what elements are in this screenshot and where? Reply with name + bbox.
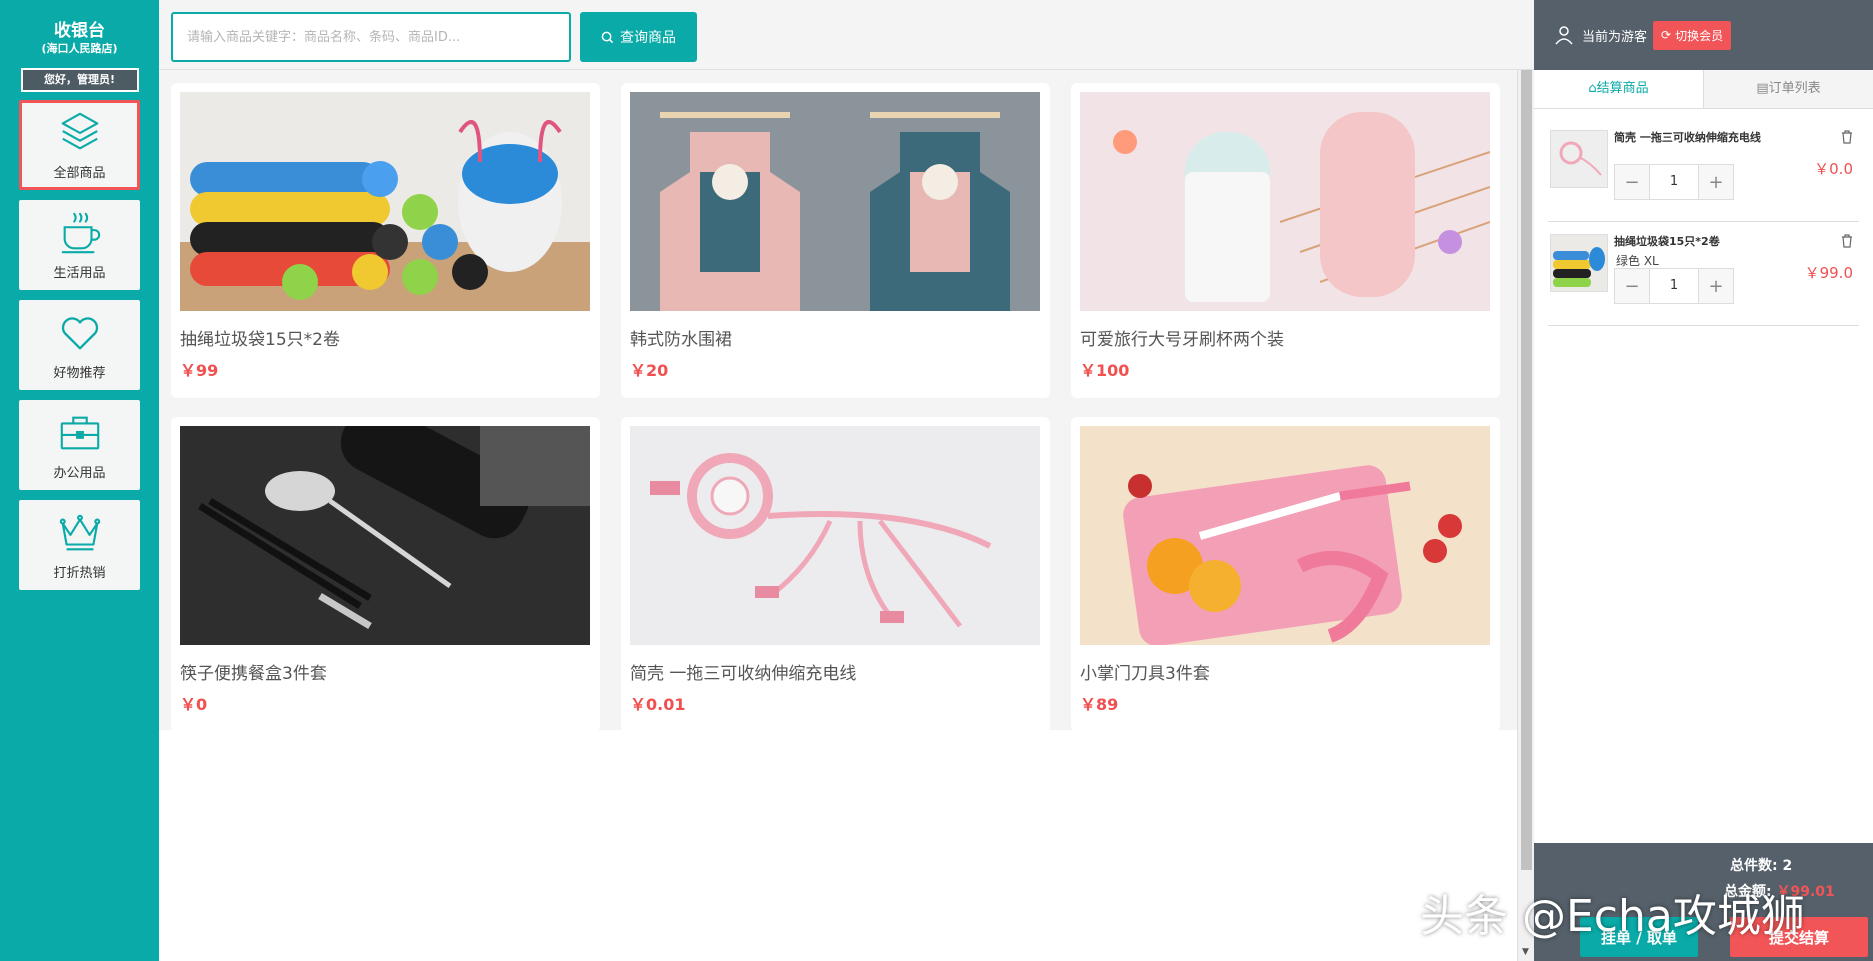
product-card[interactable]: 韩式防水围裙 ￥20 [621,83,1050,398]
search-button[interactable]: 查询商品 [580,12,697,62]
nav-item-daily-goods[interactable]: 生活用品 [19,200,140,290]
scroll-thumb[interactable] [1521,70,1532,870]
cart-item: 抽绳垃圾袋15只*2卷 绿色 XL − 1 + ￥99.0 [1548,222,1859,326]
crown-icon [59,514,100,550]
search-bar: 查询商品 [159,0,1534,70]
apron-image [630,92,1040,311]
nav-item-recommend[interactable]: 好物推荐 [19,300,140,390]
product-price: ￥20 [630,361,669,380]
product-image [1080,426,1490,645]
cart-item-price: ￥0.0 [1814,160,1853,178]
tab-checkout-items[interactable]: ⌂结算商品 [1534,70,1704,108]
product-card[interactable]: 筷子便携餐盒3件套 ￥0 [171,417,600,732]
product-title: 抽绳垃圾袋15只*2卷 [180,330,340,350]
product-grid: 抽绳垃圾袋15只*2卷 ￥99 韩式防水围裙 ￥20 可爱旅行大号牙刷杯两个装 … [171,83,1517,732]
product-image [180,426,590,645]
decrease-button[interactable]: − [1615,165,1649,199]
product-card[interactable]: 小掌门刀具3件套 ￥89 [1071,417,1500,732]
cart-item-name: 抽绳垃圾袋15只*2卷 [1614,235,1720,248]
quantity-value[interactable]: 1 [1649,269,1699,303]
bag-icon: ⌂ [1588,81,1597,96]
cart-item-price: ￥99.0 [1804,264,1853,282]
cart-item-name: 简壳 一拖三可收纳伸缩充电线 [1614,131,1761,144]
cart-list: 简壳 一拖三可收纳伸缩充电线 − 1 + ￥0.0 抽绳垃圾袋15只*2卷 绿色… [1548,118,1859,326]
switch-member-button[interactable]: ⟳ 切换会员 [1653,20,1732,50]
product-price: ￥0.01 [630,695,686,714]
total-count-label: 总件数: [1730,858,1778,874]
quantity-value[interactable]: 1 [1649,165,1699,199]
total-count: 总件数: 2 [1730,855,1853,875]
user-icon [1555,26,1573,45]
cart-item-spec: 绿色 XL [1616,254,1659,268]
scroll-down-arrow-icon[interactable]: ▼ [1522,947,1529,957]
nav-label: 打折热销 [53,565,106,581]
panel-tabs: ⌂结算商品 ▤订单列表 [1534,70,1873,109]
nav-item-office[interactable]: 办公用品 [19,400,140,490]
brand: 收银台 (海口人民路店) [0,0,159,56]
toothbrush-cup-image [1080,92,1490,311]
product-image [630,426,1040,645]
product-title: 筷子便携餐盒3件套 [180,664,327,684]
increase-button[interactable]: + [1699,165,1733,199]
member-header: 当前为游客 ⟳ 切换会员 [1534,0,1873,70]
search-input[interactable] [171,12,571,62]
search-icon [601,31,614,43]
charging-cable-image [630,426,1040,645]
greeting-badge: 您好，管理员! [20,68,139,92]
quantity-stepper: − 1 + [1614,164,1734,200]
trash-icon[interactable] [1841,234,1853,248]
nav-item-all-products[interactable]: 全部商品 [19,100,140,190]
decrease-button[interactable]: − [1615,269,1649,303]
product-title: 小掌门刀具3件套 [1080,664,1210,684]
refresh-icon: ⟳ [1661,28,1672,42]
nav-label: 全部商品 [53,165,106,181]
scrollbar[interactable]: ▼ [1517,70,1534,961]
product-grid-area: 抽绳垃圾袋15只*2卷 ￥99 韩式防水围裙 ￥20 可爱旅行大号牙刷杯两个装 … [159,70,1517,732]
product-title: 韩式防水围裙 [630,330,732,350]
product-card[interactable]: 抽绳垃圾袋15只*2卷 ￥99 [171,83,600,398]
product-card[interactable]: 可爱旅行大号牙刷杯两个装 ￥100 [1071,83,1500,398]
quantity-stepper: − 1 + [1614,268,1734,304]
category-nav: 全部商品 生活用品 好物推荐 办公用品 打折热销 [0,100,159,590]
switch-member-label: 切换会员 [1675,28,1724,43]
cart-item-thumbnail [1550,234,1608,292]
brand-subtitle: (海口人民路店) [41,42,118,55]
cutlery-box-image [180,426,590,645]
product-image [630,92,1040,311]
cart-item-thumbnail [1550,130,1608,188]
sidebar: 收银台 (海口人民路店) 您好，管理员! 全部商品 生活用品 好物推荐 办公用品… [0,0,159,961]
search-button-label: 查询商品 [620,30,676,46]
briefcase-icon [60,416,99,449]
knife-set-image [1080,426,1490,645]
coffee-cup-icon [61,212,100,253]
tab-label: 订单列表 [1768,81,1821,96]
total-count-value: 2 [1782,858,1793,874]
nav-label: 办公用品 [53,465,106,481]
product-title: 可爱旅行大号牙刷杯两个装 [1080,330,1284,350]
product-price: ￥0 [180,695,208,714]
product-image [180,92,590,311]
watermark: 头条 @Echa攻城狮 [1420,891,1805,942]
increase-button[interactable]: + [1699,269,1733,303]
product-price: ￥89 [1080,695,1119,714]
brand-title: 收银台 [54,21,105,41]
product-card[interactable]: 简壳 一拖三可收纳伸缩充电线 ￥0.01 [621,417,1050,732]
product-title: 简壳 一拖三可收纳伸缩充电线 [630,664,857,684]
trash-icon[interactable] [1841,130,1853,144]
trash-bag-image [180,92,590,311]
nav-label: 好物推荐 [53,365,106,381]
product-price: ￥99 [180,361,219,380]
product-image [1080,92,1490,311]
product-price: ￥100 [1080,361,1130,380]
tab-label: 结算商品 [1596,81,1649,96]
list-icon: ▤ [1756,81,1769,96]
nav-item-discount[interactable]: 打折热销 [19,500,140,590]
layers-icon [61,112,98,149]
tab-order-list[interactable]: ▤订单列表 [1704,70,1873,108]
nav-label: 生活用品 [53,265,106,281]
cart-item: 简壳 一拖三可收纳伸缩充电线 − 1 + ￥0.0 [1548,118,1859,222]
guest-label: 当前为游客 [1582,29,1648,45]
heart-icon [61,316,98,349]
